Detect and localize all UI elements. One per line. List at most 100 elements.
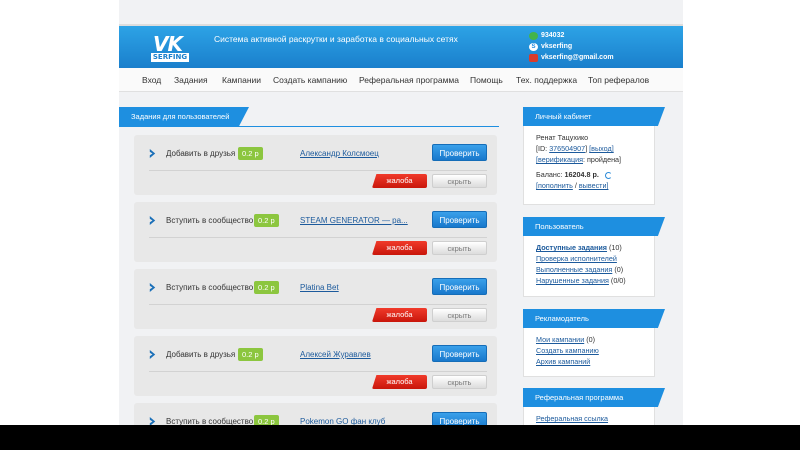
account-panel-body: Ренат Тацухико [ID: 376504907] [выход] [… [524, 126, 654, 198]
task-target-link[interactable]: Platina Bet [300, 283, 339, 292]
completed-tasks-row: Выполненные задания (0) [536, 264, 642, 275]
hide-button[interactable]: скрыть [432, 375, 487, 389]
balance-label: Баланс: [536, 170, 563, 179]
check-button[interactable]: Проверить [432, 278, 487, 295]
complaint-button[interactable]: жалоба [372, 308, 427, 322]
contacts: 934032 S vkserfing vkserfing@gmail.com [529, 31, 614, 64]
nav-campaigns[interactable]: Кампании [222, 75, 261, 85]
contact-icq: 934032 [529, 31, 614, 42]
chevron-right-icon [149, 350, 156, 359]
check-button[interactable]: Проверить [432, 412, 487, 425]
user-id-label: [ID: [536, 144, 548, 153]
icq-icon [529, 32, 538, 40]
verification-row: [верификация: пройдена] [536, 154, 642, 165]
logout-link[interactable]: [выход] [589, 144, 614, 153]
reward-badge: 0.2 р [254, 214, 279, 227]
nav-login[interactable]: Вход [142, 75, 161, 85]
reward-badge: 0.2 р [254, 415, 279, 425]
hide-button[interactable]: скрыть [432, 308, 487, 322]
available-tasks-link[interactable]: Доступные задания [536, 243, 607, 252]
nav-top-referrals[interactable]: Топ рефералов [588, 75, 649, 85]
site-header: VK SERFING Система активной раскрутки и … [119, 24, 683, 68]
nav-create-campaign[interactable]: Создать кампанию [273, 75, 347, 85]
divider [149, 237, 487, 238]
topup-link[interactable]: [пополнить [536, 181, 573, 190]
reward-badge: 0.2 р [238, 147, 263, 160]
nav-referral[interactable]: Реферальная программа [359, 75, 459, 85]
task-target-link[interactable]: Алексей Журавлев [300, 350, 371, 359]
task-card: Вступить в сообщество 0.2 р Pokemon GO ф… [134, 403, 497, 425]
skype-icon: S [529, 43, 538, 51]
withdraw-link[interactable]: вывести] [579, 181, 609, 190]
user-panel-body: Доступные задания (10) Проверка исполнит… [524, 236, 654, 293]
my-campaigns-link[interactable]: Мои кампании [536, 335, 584, 344]
my-campaigns-row: Мои кампании (0) [536, 334, 642, 345]
verification-status: : пройдена] [583, 155, 622, 164]
logo-serfing: SERFING [151, 53, 189, 62]
task-card: Добавить в друзья 0.2 р Алексей Журавлев… [134, 336, 497, 396]
balance-value: 16204.8 р. [564, 170, 599, 179]
task-title: Добавить в друзья [166, 350, 236, 359]
account-panel-title: Личный кабинет [523, 107, 665, 126]
check-performers-row: Проверка исполнителей [536, 253, 642, 264]
balance-row: Баланс: 16204.8 р. [536, 169, 642, 180]
nav-tasks[interactable]: Задания [174, 75, 208, 85]
advertiser-panel: Рекламодатель Мои кампании (0) Создать к… [523, 309, 665, 377]
available-tasks-row: Доступные задания (10) [536, 242, 642, 253]
chevron-right-icon [149, 417, 156, 425]
logo[interactable]: VK SERFING [151, 32, 189, 62]
tasks-section-title: Задания для пользователей [119, 107, 249, 127]
reward-badge: 0.2 р [238, 348, 263, 361]
contact-mail: vkserfing@gmail.com [529, 53, 614, 64]
referral-link[interactable]: Реферальная ссылка [536, 414, 608, 423]
violations-link[interactable]: Нарушенные задания [536, 276, 609, 285]
refresh-icon[interactable] [604, 171, 612, 179]
site-container: VK SERFING Система активной раскрутки и … [119, 0, 683, 425]
check-button[interactable]: Проверить [432, 211, 487, 228]
user-id-row: [ID: 376504907] [выход] [536, 143, 642, 154]
violations-row: Нарушенные задания (0/0) [536, 275, 642, 286]
chevron-right-icon [149, 216, 156, 225]
task-card: Вступить в сообщество 0.2 р STEAM GENERA… [134, 202, 497, 262]
divider [149, 371, 487, 372]
complaint-button[interactable]: жалоба [372, 241, 427, 255]
create-campaign-link[interactable]: Создать кампанию [536, 346, 599, 355]
referral-panel: Реферальная программа Реферальная ссылка [523, 388, 665, 425]
check-button[interactable]: Проверить [432, 345, 487, 362]
complaint-button[interactable]: жалоба [372, 375, 427, 389]
advertiser-panel-body: Мои кампании (0) Создать кампанию Архив … [524, 328, 654, 374]
available-tasks-count: (10) [609, 243, 622, 252]
divider [149, 170, 487, 171]
task-card: Вступить в сообщество 0.2 р Platina Bet … [134, 269, 497, 329]
create-campaign-row: Создать кампанию [536, 345, 642, 356]
nav-support[interactable]: Тех. поддержка [516, 75, 577, 85]
main-nav: Вход Задания Кампании Создать кампанию Р… [119, 68, 683, 92]
chevron-right-icon [149, 149, 156, 158]
task-target-link[interactable]: Александр Колсмоец [300, 149, 379, 158]
archive-link[interactable]: Архив кампаний [536, 357, 590, 366]
contact-mail-text: vkserfing@gmail.com [541, 54, 614, 61]
user-panel-title: Пользователь [523, 217, 665, 236]
task-card: Добавить в друзья 0.2 р Александр Колсмо… [134, 135, 497, 195]
verification-link[interactable]: [верификация [536, 155, 583, 164]
complaint-button[interactable]: жалоба [372, 174, 427, 188]
task-title: Добавить в друзья [166, 149, 236, 158]
referral-panel-body: Реферальная ссылка [524, 407, 654, 425]
hide-button[interactable]: скрыть [432, 241, 487, 255]
referral-link-row: Реферальная ссылка [536, 413, 642, 424]
nav-help[interactable]: Помощь [470, 75, 503, 85]
hide-button[interactable]: скрыть [432, 174, 487, 188]
user-id-link[interactable]: 376504907 [549, 144, 585, 153]
check-performers-link[interactable]: Проверка исполнителей [536, 254, 617, 263]
task-target-link[interactable]: STEAM GENERATOR — pa... [300, 216, 408, 225]
task-title: Вступить в сообщество [166, 283, 254, 292]
task-target-link[interactable]: Pokemon GO фан клуб [300, 417, 385, 425]
contact-icq-text: 934032 [541, 32, 565, 39]
my-campaigns-count: (0) [586, 335, 596, 344]
violations-count: (0/0) [610, 276, 626, 285]
completed-tasks-link[interactable]: Выполненные задания [536, 265, 612, 274]
referral-panel-title: Реферальная программа [523, 388, 665, 407]
check-button[interactable]: Проверить [432, 144, 487, 161]
balance-actions: [пополнить / вывести] [536, 180, 642, 191]
reward-badge: 0.2 р [254, 281, 279, 294]
